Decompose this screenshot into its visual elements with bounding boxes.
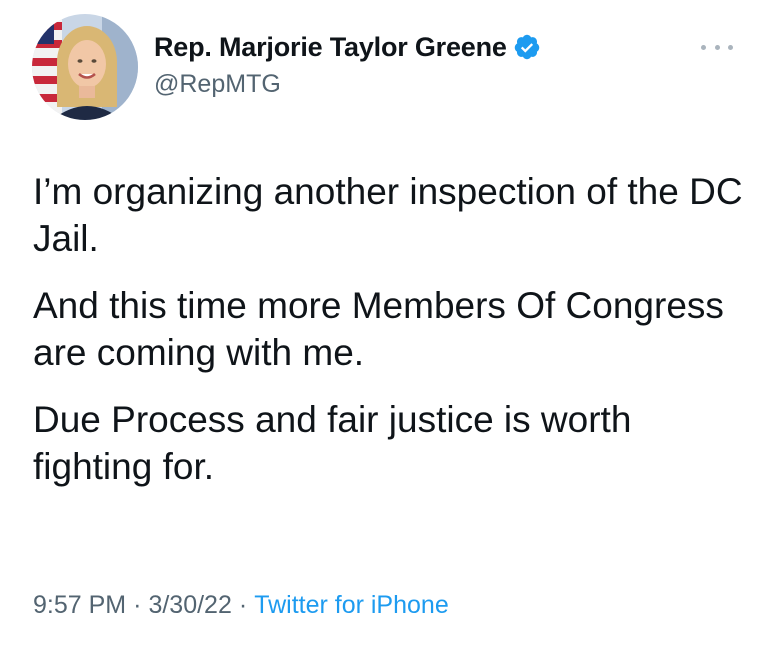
profile-photo xyxy=(32,14,138,120)
tweet-paragraph: And this time more Members Of Congress a… xyxy=(33,285,724,373)
tweet-paragraph: Due Process and fair justice is worth fi… xyxy=(33,399,632,487)
more-dot xyxy=(714,44,720,50)
more-dot xyxy=(728,44,733,50)
separator: · xyxy=(133,591,142,619)
tweet-metadata: 9:57 PM · 3/30/22 · Twitter for iPhone xyxy=(33,591,449,620)
separator: · xyxy=(238,591,248,619)
author-display-name[interactable]: Rep. Marjorie Taylor Greene xyxy=(154,32,507,63)
author-name-row[interactable]: Rep. Marjorie Taylor Greene xyxy=(154,30,541,64)
tweet-source-link[interactable]: Twitter for iPhone xyxy=(254,591,449,619)
tweet-time[interactable]: 9:57 PM xyxy=(33,591,126,619)
verified-badge-icon xyxy=(513,33,541,61)
author-handle[interactable]: @RepMTG xyxy=(154,70,281,99)
more-dot xyxy=(701,44,706,50)
avatar[interactable] xyxy=(32,14,138,120)
tweet-paragraph: I’m organizing another inspection of the… xyxy=(33,171,743,259)
tweet-date[interactable]: 3/30/22 xyxy=(148,591,231,619)
tweet-text: I’m organizing another inspection of the… xyxy=(33,168,748,510)
more-options-icon[interactable] xyxy=(701,40,733,54)
tweet-card: Rep. Marjorie Taylor Greene @RepMTG I’m … xyxy=(0,0,768,649)
